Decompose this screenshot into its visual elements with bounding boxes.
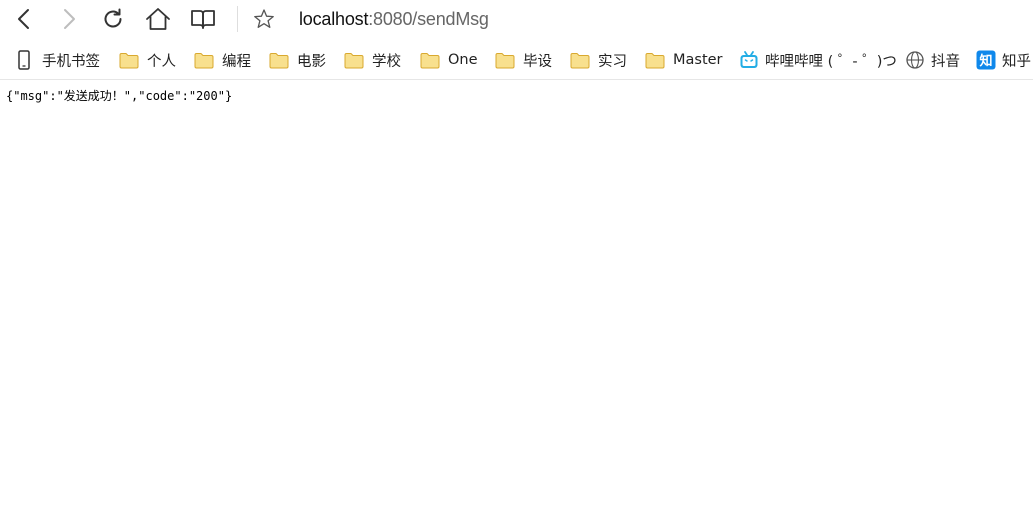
folder-icon	[344, 50, 364, 70]
zhihu-icon: 知	[976, 50, 996, 70]
phone-icon	[14, 50, 34, 70]
bookmark-label: 编程	[222, 53, 251, 70]
home-icon	[145, 7, 171, 31]
globe-icon	[905, 50, 925, 70]
bookmark-mobile[interactable]: 手机书签	[14, 49, 100, 71]
folder-icon	[194, 50, 214, 70]
bookmark-folder-one[interactable]: One	[420, 49, 478, 71]
bookmark-label: 哔哩哔哩 ( ゜- ゜)つ	[765, 53, 897, 70]
toolbar-divider	[237, 6, 238, 32]
home-button[interactable]	[143, 4, 173, 34]
bookmark-label: 电影	[297, 53, 326, 70]
bookmark-label: 实习	[598, 53, 627, 70]
reading-view-button[interactable]	[188, 4, 218, 34]
bookmark-folder-movies[interactable]: 电影	[269, 49, 326, 71]
chevron-right-icon	[59, 8, 79, 30]
bookmarks-bar: 手机书签 个人 编程 电影 学校 One 毕设 实习 Master 哔哩哔哩 (…	[0, 41, 1033, 80]
bookmark-folder-master[interactable]: Master	[645, 49, 723, 71]
json-response: {"msg":"发送成功！","code":"200"}	[6, 89, 233, 103]
bookmark-douyin[interactable]: 抖音	[905, 49, 960, 71]
bookmark-label: 知乎	[1002, 53, 1031, 70]
bookmark-label: Master	[673, 52, 723, 68]
folder-icon	[269, 50, 289, 70]
folder-icon	[570, 50, 590, 70]
refresh-icon	[101, 7, 125, 31]
star-icon	[253, 8, 275, 30]
bookmark-label: One	[448, 52, 478, 68]
bookmark-folder-programming[interactable]: 编程	[194, 49, 251, 71]
bookmark-label: 学校	[372, 53, 401, 70]
bookmark-zhihu[interactable]: 知 知乎	[976, 49, 1031, 71]
folder-icon	[119, 50, 139, 70]
forward-button[interactable]	[54, 4, 84, 34]
svg-text:知: 知	[979, 53, 992, 69]
refresh-button[interactable]	[98, 4, 128, 34]
bilibili-icon	[739, 50, 759, 70]
folder-icon	[495, 50, 515, 70]
folder-icon	[420, 50, 440, 70]
back-button[interactable]	[9, 4, 39, 34]
browser-toolbar: localhost:8080/sendMsg	[0, 0, 1033, 39]
bookmark-label: 手机书签	[42, 53, 100, 70]
chevron-left-icon	[14, 8, 34, 30]
bookmark-bilibili[interactable]: 哔哩哔哩 ( ゜- ゜)つ	[739, 49, 897, 71]
bookmark-label: 毕设	[523, 53, 552, 70]
bookmark-folder-graduation[interactable]: 毕设	[495, 49, 552, 71]
address-bar[interactable]: localhost:8080/sendMsg	[299, 7, 489, 31]
favorite-button[interactable]	[249, 4, 279, 34]
bookmark-label: 个人	[147, 53, 176, 70]
bookmark-folder-school[interactable]: 学校	[344, 49, 401, 71]
book-icon	[190, 8, 216, 30]
bookmark-label: 抖音	[931, 53, 960, 70]
address-path: :8080/sendMsg	[368, 9, 489, 29]
bookmark-folder-personal[interactable]: 个人	[119, 49, 176, 71]
address-host: localhost	[299, 9, 369, 29]
folder-icon	[645, 50, 665, 70]
bookmark-folder-internship[interactable]: 实习	[570, 49, 627, 71]
